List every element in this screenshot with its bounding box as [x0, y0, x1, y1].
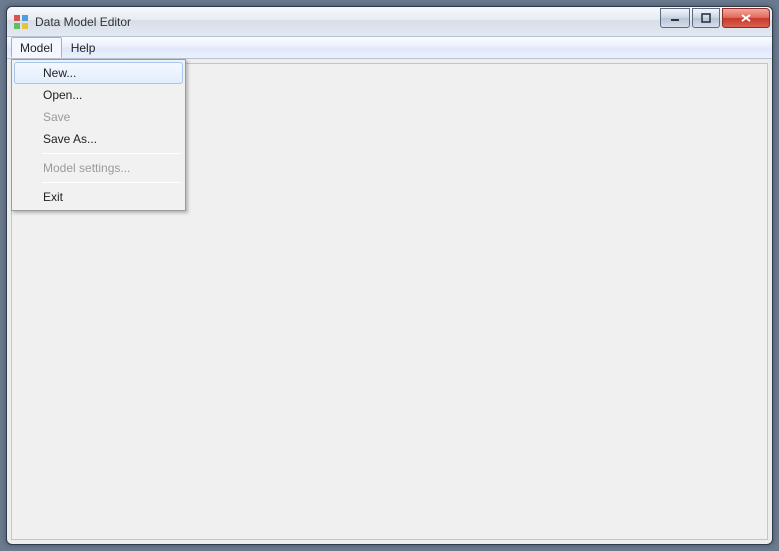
window-title: Data Model Editor — [35, 15, 131, 29]
menu-model[interactable]: Model — [11, 37, 62, 58]
maximize-icon — [701, 13, 711, 23]
menu-item-save-as[interactable]: Save As... — [14, 128, 183, 150]
menu-item-label: Model settings... — [43, 161, 130, 175]
minimize-button[interactable] — [660, 8, 690, 28]
titlebar[interactable]: Data Model Editor — [7, 7, 772, 37]
menu-item-label: Save — [43, 110, 70, 124]
app-icon — [13, 14, 29, 30]
menu-item-open[interactable]: Open... — [14, 84, 183, 106]
window-controls — [660, 7, 770, 28]
model-menu-dropdown: New... Open... Save Save As... Model set… — [11, 59, 186, 211]
menu-label: Model — [20, 41, 53, 55]
menu-label: Help — [71, 41, 96, 55]
menu-item-label: Exit — [43, 190, 63, 204]
close-button[interactable] — [722, 8, 770, 28]
maximize-button[interactable] — [692, 8, 720, 28]
menu-item-new[interactable]: New... — [14, 62, 183, 84]
menu-separator — [42, 153, 181, 154]
minimize-icon — [670, 13, 680, 23]
menu-item-model-settings: Model settings... — [14, 157, 183, 179]
close-icon — [740, 13, 752, 23]
menu-separator — [42, 182, 181, 183]
menu-item-save: Save — [14, 106, 183, 128]
app-window: Data Model Editor Model Help — [6, 6, 773, 545]
menu-help[interactable]: Help — [62, 37, 105, 58]
menu-item-label: Save As... — [43, 132, 97, 146]
menu-item-exit[interactable]: Exit — [14, 186, 183, 208]
menu-item-label: Open... — [43, 88, 82, 102]
menu-item-label: New... — [43, 66, 76, 80]
menubar: Model Help — [7, 37, 772, 59]
